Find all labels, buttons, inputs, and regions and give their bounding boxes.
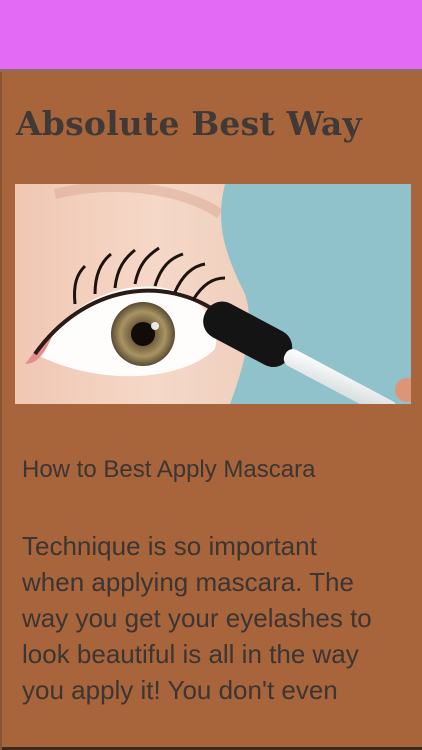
- mascara-eye-image: [15, 184, 411, 404]
- eye-illustration: [15, 184, 411, 404]
- article-content[interactable]: Absolute Best Way How to Best Apply Masc…: [0, 72, 422, 750]
- article-body: Technique is so important when applying …: [22, 528, 412, 708]
- body-line: Technique is so important: [22, 531, 317, 561]
- article-subtitle: How to Best Apply Mascara: [22, 456, 316, 483]
- body-line: look beautiful is all in the way: [22, 639, 359, 669]
- page-title: Absolute Best Way: [16, 104, 362, 143]
- body-line: way you get your eyelashes to: [22, 603, 372, 633]
- body-line: when applying mascara. The: [22, 567, 354, 597]
- app-top-bar: [0, 0, 422, 72]
- body-line: you apply it! You don't even: [22, 675, 338, 705]
